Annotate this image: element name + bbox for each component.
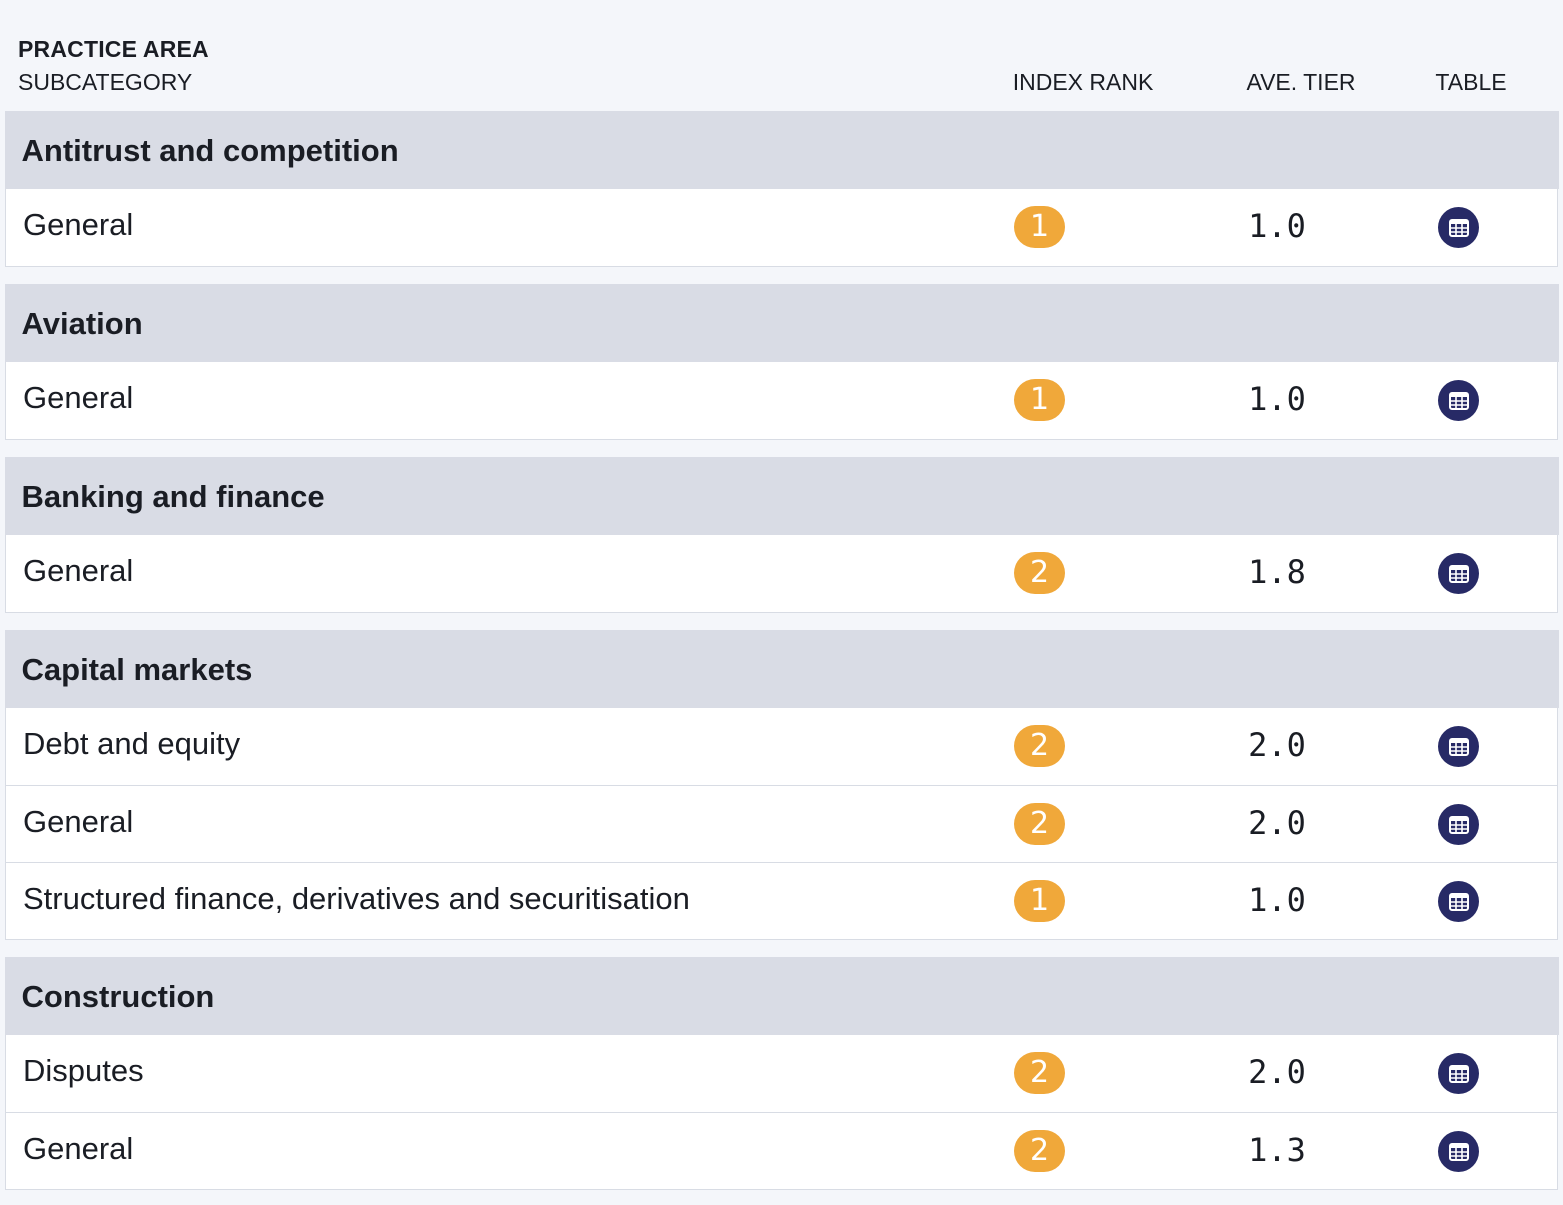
practice-area-title: Construction (4, 957, 1559, 1035)
index-rank-header: INDEX RANK (1012, 69, 1154, 95)
table-icon[interactable] (1438, 881, 1479, 922)
ave-tier-value: 2.0 (1248, 726, 1306, 764)
subcategory-label: General (23, 380, 134, 415)
table-icon[interactable] (1438, 1053, 1479, 1094)
table-icon[interactable] (1438, 207, 1479, 248)
ave-tier-value: 1.0 (1248, 207, 1306, 245)
ave-tier-header: AVE. TIER (1246, 69, 1356, 95)
table-icon[interactable] (1438, 553, 1479, 594)
table-header: PRACTICE AREA SUBCATEGORY INDEX RANK AVE… (0, 0, 1563, 111)
table-row: General 1 1.0 (6, 362, 1557, 439)
table-row: General 2 1.3 (6, 1112, 1557, 1189)
practice-area-groups: Antitrust and competition General 1 1.0 … (4, 111, 1559, 1205)
ave-tier-value: 2.0 (1248, 804, 1306, 842)
index-rank-badge: 2 (1014, 1052, 1065, 1094)
table-icon[interactable] (1438, 726, 1479, 767)
practice-area-title: Aviation (4, 284, 1559, 362)
index-rank-badge: 2 (1014, 1130, 1065, 1172)
practice-area-group: Construction Disputes 2 2.0 General 2 1.… (4, 957, 1559, 1190)
index-rank-badge: 1 (1014, 379, 1065, 421)
subcategory-label: General (23, 553, 134, 588)
table-column-header: TABLE (1435, 69, 1507, 95)
table-row: Disputes 2 2.0 (6, 1035, 1557, 1112)
table-row: General 2 2.0 (6, 785, 1557, 862)
ave-tier-value: 1.8 (1248, 553, 1306, 591)
practice-area-title: Banking and finance (4, 457, 1559, 535)
index-rank-badge: 2 (1014, 725, 1065, 767)
practice-area-title: Antitrust and competition (4, 111, 1559, 189)
table-row: Structured finance, derivatives and secu… (6, 862, 1557, 939)
index-rank-badge: 1 (1014, 880, 1065, 922)
subcategory-label: Debt and equity (23, 726, 241, 761)
subcategory-label: Disputes (23, 1053, 144, 1088)
practice-area-group: Banking and finance General 2 1.8 (4, 457, 1559, 613)
subcategory-label: Structured finance, derivatives and secu… (23, 881, 690, 916)
practice-area-title: Capital markets (4, 630, 1559, 708)
subcategory-label: General (23, 804, 134, 839)
index-rank-badge: 2 (1014, 803, 1065, 845)
practice-area-group: Aviation General 1 1.0 (4, 284, 1559, 440)
ave-tier-value: 1.0 (1248, 881, 1306, 919)
index-rank-badge: 1 (1014, 206, 1065, 248)
subcategory-label: General (23, 1131, 134, 1166)
table-row: General 2 1.8 (6, 535, 1557, 612)
table-row: General 1 1.0 (6, 189, 1557, 266)
table-icon[interactable] (1438, 1131, 1479, 1172)
practice-area-group: Capital markets Debt and equity 2 2.0 Ge… (4, 630, 1559, 940)
subcategory-header: SUBCATEGORY (18, 69, 193, 95)
practice-area-header: PRACTICE AREA (18, 36, 209, 62)
table-icon[interactable] (1438, 804, 1479, 845)
ave-tier-value: 1.3 (1248, 1131, 1306, 1169)
practice-area-group: Antitrust and competition General 1 1.0 (4, 111, 1559, 267)
index-rank-badge: 2 (1014, 552, 1065, 594)
subcategory-label: General (23, 207, 134, 242)
table-row: Debt and equity 2 2.0 (6, 708, 1557, 785)
ave-tier-value: 1.0 (1248, 380, 1306, 418)
table-icon[interactable] (1438, 380, 1479, 421)
ave-tier-value: 2.0 (1248, 1053, 1306, 1091)
